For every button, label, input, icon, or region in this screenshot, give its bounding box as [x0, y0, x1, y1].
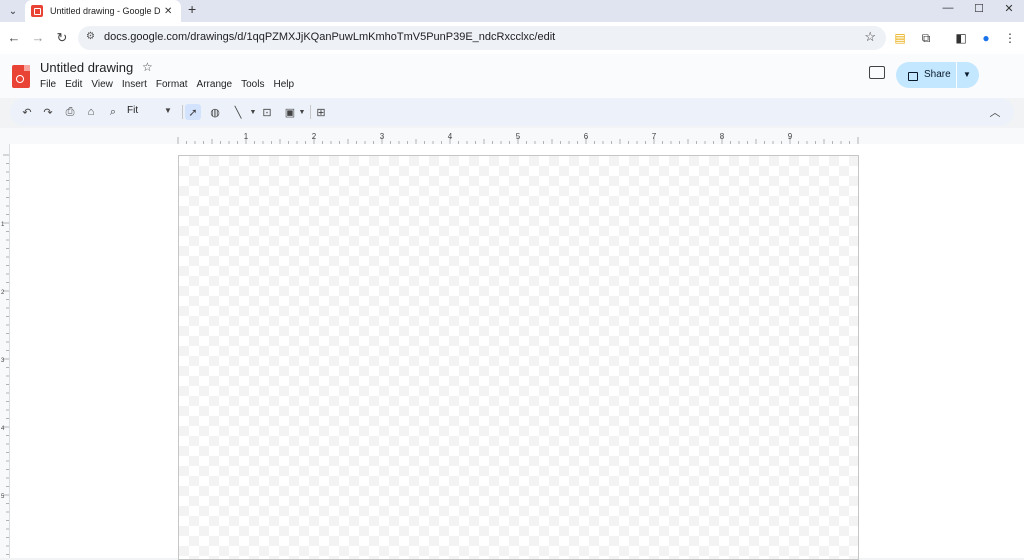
address-bar-row: ← → ↻ ⚙ docs.google.com/drawings/d/1qqPZ… [0, 22, 1024, 54]
share-divider [956, 62, 957, 88]
ruler-number: 8 [720, 132, 725, 141]
ruler-number: 3 [380, 132, 385, 141]
toolbar-divider [182, 105, 183, 119]
image-chevron-down-icon[interactable]: ▼ [294, 104, 310, 120]
menu-insert[interactable]: Insert [122, 79, 147, 90]
textbox-icon[interactable]: ⊡ [259, 104, 275, 120]
share-label: Share [924, 69, 951, 80]
chrome-menu-icon[interactable]: ⋮ [1002, 30, 1018, 46]
url-text[interactable]: docs.google.com/drawings/d/1qqPZMXJjKQan… [104, 31, 555, 43]
back-icon[interactable]: ← [6, 30, 22, 45]
ruler-number: 5 [516, 132, 521, 141]
drawing-canvas[interactable] [178, 155, 859, 560]
menu-format[interactable]: Format [156, 79, 188, 90]
menu-bar: File Edit View Insert Format Arrange Too… [40, 79, 303, 90]
close-icon[interactable]: ✕ [164, 6, 172, 17]
omnibox[interactable]: ⚙ docs.google.com/drawings/d/1qqPZMXJjKQ… [78, 26, 886, 50]
minimize-icon[interactable]: — [939, 2, 957, 14]
vertical-ruler[interactable]: 1 2 3 4 5 [0, 144, 10, 558]
lock-icon [908, 72, 918, 81]
collapse-icon[interactable]: ︿ [987, 104, 1003, 120]
comment-add-icon[interactable]: ⊞ [313, 104, 329, 120]
forward-icon[interactable]: → [30, 30, 46, 45]
menu-view[interactable]: View [91, 79, 113, 90]
ruler-number: 4 [448, 132, 453, 141]
undo-icon[interactable]: ↶ [19, 104, 35, 120]
ruler-number: 6 [584, 132, 589, 141]
menu-arrange[interactable]: Arrange [197, 79, 233, 90]
ruler-number: 2 [312, 132, 317, 141]
drawings-logo-icon[interactable] [12, 65, 30, 88]
new-tab-icon[interactable]: + [188, 1, 196, 17]
menu-edit[interactable]: Edit [65, 79, 82, 90]
share-button[interactable]: Share ▼ [896, 62, 979, 88]
menu-help[interactable]: Help [273, 79, 294, 90]
tab-search-icon[interactable]: ⌄ [4, 2, 22, 20]
zoom-chevron-down-icon[interactable]: ▼ [164, 106, 172, 115]
line-icon[interactable]: ╲ [230, 104, 246, 120]
browser-tab[interactable]: Untitled drawing - Google Drawings ✕ [25, 0, 181, 22]
ruler-number: 9 [788, 132, 793, 141]
toolbar-divider-2 [310, 105, 311, 119]
reload-icon[interactable]: ↻ [54, 30, 70, 46]
bookmark-star-icon[interactable]: ☆ [864, 29, 876, 45]
site-info-icon[interactable]: ⚙ [86, 31, 95, 42]
paint-format-icon[interactable]: ⌂ [83, 104, 99, 120]
tab-title: Untitled drawing - Google Drawings [50, 6, 160, 16]
star-icon[interactable]: ☆ [142, 60, 153, 74]
ruler-number: 7 [652, 132, 657, 141]
print-icon[interactable]: ⎙ [62, 104, 78, 120]
browser-tab-strip: ⌄ Untitled drawing - Google Drawings ✕ +… [0, 0, 1024, 22]
chevron-down-icon[interactable]: ▼ [963, 70, 971, 79]
drawings-header: Untitled drawing ☆ File Edit View Insert… [0, 54, 1024, 98]
menu-tools[interactable]: Tools [241, 79, 264, 90]
zoom-select[interactable]: Fit [127, 105, 138, 116]
shape-icon[interactable]: ◍ [207, 104, 223, 120]
drawing-toolbar: ↶ ↷ ⎙ ⌂ ⌕ Fit ▼ ➚ ◍ ╲ ▼ ⊡ ▣ ▼ ⊞ ︿ [10, 98, 1014, 126]
ruler-number: 1 [244, 132, 249, 141]
drawings-favicon-icon [31, 5, 43, 17]
extensions-puzzle-icon[interactable]: ⧉ [918, 30, 934, 46]
menu-file[interactable]: File [40, 79, 56, 90]
maximize-icon[interactable]: ☐ [970, 2, 988, 15]
close-window-icon[interactable]: ✕ [1000, 2, 1018, 15]
sidepanel-icon[interactable]: ◧ [953, 30, 969, 46]
extension-icon[interactable]: ▤ [892, 30, 908, 46]
horizontal-ruler[interactable]: 1 2 3 4 5 6 7 8 9 [0, 128, 1024, 144]
select-icon[interactable]: ➚ [185, 104, 201, 120]
comment-history-icon[interactable] [869, 66, 885, 79]
profile-avatar-icon[interactable]: ● [978, 30, 994, 46]
zoom-icon[interactable]: ⌕ [105, 104, 121, 120]
document-title[interactable]: Untitled drawing [40, 60, 133, 75]
redo-icon[interactable]: ↷ [40, 104, 56, 120]
